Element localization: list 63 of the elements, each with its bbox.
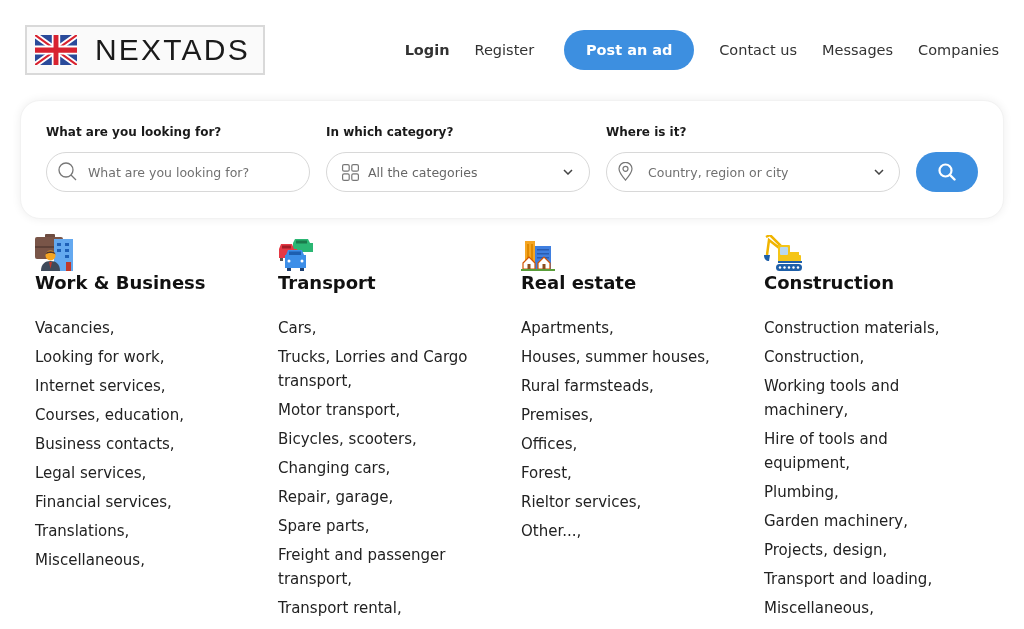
search-button[interactable] [916,152,978,192]
subcategory-link[interactable]: Construction materials, [764,316,969,340]
cars-icon [278,239,314,271]
subcategory-link[interactable]: Construction, [764,345,969,369]
subcategory-link[interactable]: Vacancies, [35,316,240,340]
subcategory-link[interactable]: Bicycles, scooters, [278,427,483,451]
subcategory-link[interactable]: Internet services, [35,374,240,398]
logo-text: NEXTADS [95,35,250,65]
chevron-down-icon [874,169,884,175]
subcategory-link[interactable]: Courses, education, [35,403,240,427]
subcategory-link[interactable]: Repair, garage, [278,485,483,509]
subcategory-link[interactable]: Miscellaneous, [35,548,240,572]
subcategory-link[interactable]: Business contacts, [35,432,240,456]
field-label: Where is it? [606,125,688,139]
grid-icon [342,163,359,181]
subcategory-link[interactable]: Premises, [521,403,726,427]
nav-link[interactable]: Contact us [719,42,797,58]
subcategory-link[interactable]: Legal services, [35,461,240,485]
subcategory-link[interactable]: Financial services, [35,490,240,514]
subcategory-link[interactable]: Changing cars, [278,456,483,480]
subcategory-link[interactable]: Rieltor services, [521,490,726,514]
category-title[interactable]: Real estate [521,271,637,295]
location-pin-icon [618,162,633,181]
subcategory-link[interactable]: Hire of tools and equipment, [764,427,969,475]
chevron-down-icon [563,169,573,175]
field-label: What are you looking for? [46,125,223,139]
subcategory-link[interactable]: Trucks, Lorries and Cargo transport, [278,345,483,393]
briefcase-person-icon [35,234,75,271]
search-field[interactable]: What are you looking for? [46,152,310,192]
subcategory-link[interactable]: Miscellaneous, [764,596,969,620]
search-icon [58,162,77,181]
subcategory-link[interactable]: Offices, [521,432,726,456]
nav-link[interactable]: Companies [918,42,999,58]
subcategory-link[interactable]: Rural farmsteads, [521,374,726,398]
subcategory-link[interactable]: Translations, [35,519,240,543]
nav-link[interactable]: Messages [822,42,894,58]
subcategory-link[interactable]: Forest, [521,461,726,485]
flag-icon [35,35,77,65]
subcategory-link[interactable]: Plumbing, [764,480,969,504]
subcategory-link[interactable]: Working tools and machinery, [764,374,969,422]
subcategory-link[interactable]: Motor transport, [278,398,483,422]
subcategory-link[interactable]: Garden machinery, [764,509,969,533]
subcategory-link[interactable]: Transport rental, [278,596,483,620]
subcategory-link[interactable]: Cars, [278,316,483,340]
category-title[interactable]: Construction [764,271,895,295]
category-title[interactable]: Transport [278,271,376,295]
search-icon [938,163,956,181]
category-title[interactable]: Work & Business [35,271,206,295]
field-label: In which category? [326,125,455,139]
subcategory-link[interactable]: Looking for work, [35,345,240,369]
subcategory-link[interactable]: Spare parts, [278,514,483,538]
excavator-icon [764,235,802,271]
nav-link[interactable]: Login [404,42,450,58]
buildings-icon [521,241,555,271]
subcategory-link[interactable]: Apartments, [521,316,726,340]
subcategory-link[interactable]: Freight and passenger transport, [278,543,483,591]
subcategory-link[interactable]: Projects, design, [764,538,969,562]
subcategory-link[interactable]: Transport and loading, [764,567,969,591]
nav-link[interactable]: Register [474,42,535,58]
subcategory-link[interactable]: Other..., [521,519,726,543]
subcategory-link[interactable]: Houses, summer houses, [521,345,726,369]
site-logo[interactable]: NEXTADS [25,25,265,75]
location-field[interactable]: Country, region or city [606,152,900,192]
